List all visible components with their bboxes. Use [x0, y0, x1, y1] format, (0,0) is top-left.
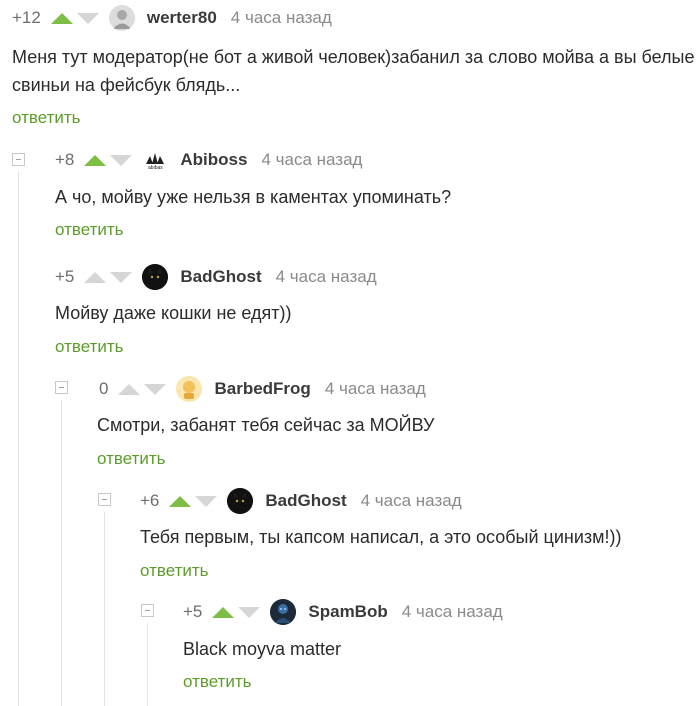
avatar-caption: abibas	[148, 164, 163, 171]
upvote-arrow-icon[interactable]	[84, 271, 107, 283]
reply-link[interactable]: ответить	[183, 672, 252, 692]
comment-header: +5 SpamBob 4 часа назад	[183, 599, 503, 625]
collapse-thread-button[interactable]	[141, 604, 154, 617]
thread-line	[104, 512, 105, 706]
reply-link[interactable]: ответить	[97, 449, 166, 469]
comment-header: +5 BadGhost 4 часа назад	[55, 264, 377, 290]
rating-value: +12	[12, 8, 41, 27]
reply-link[interactable]: ответить	[55, 337, 124, 357]
yellow-drawing-avatar-icon[interactable]	[176, 376, 203, 402]
username-link[interactable]: SpamBob	[308, 602, 387, 622]
username-link[interactable]: Abiboss	[180, 150, 247, 170]
upvote-arrow-icon[interactable]	[84, 154, 107, 166]
avatar-icon[interactable]	[108, 5, 135, 31]
timestamp: 4 часа назад	[401, 602, 503, 621]
comment-header: +12 werter80 4 часа назад	[12, 5, 332, 31]
black-cat-avatar-icon[interactable]	[142, 264, 169, 290]
timestamp: 4 часа назад	[261, 150, 363, 169]
comment-header: +8 abibas Abiboss 4 часа назад	[55, 147, 362, 173]
username-link[interactable]: werter80	[147, 8, 217, 28]
rating-value: 0	[99, 379, 109, 398]
comment-header: +6 BadGhost 4 часа назад	[140, 488, 462, 514]
dark-figure-avatar-icon[interactable]	[270, 599, 297, 625]
timestamp: 4 часа назад	[324, 379, 426, 398]
downvote-arrow-icon[interactable]	[195, 495, 218, 507]
reply-link[interactable]: ответить	[140, 561, 209, 581]
reply-link[interactable]: ответить	[12, 108, 81, 128]
downvote-arrow-icon[interactable]	[76, 12, 99, 24]
downvote-arrow-icon[interactable]	[110, 271, 133, 283]
timestamp: 4 часа назад	[360, 491, 462, 510]
black-cat-avatar-icon[interactable]	[227, 488, 254, 514]
comment-text: Мойву даже кошки не едят))	[55, 303, 292, 323]
comment-text: А чо, мойву уже нельзя в каментах упомин…	[55, 187, 452, 207]
comment-text: Смотри, забанят тебя сейчас за МОЙВУ	[97, 415, 435, 435]
timestamp: 4 часа назад	[275, 267, 377, 286]
username-link[interactable]: BadGhost	[265, 491, 346, 511]
upvote-arrow-icon[interactable]	[50, 12, 73, 24]
thread-line	[61, 400, 62, 706]
username-link[interactable]: BadGhost	[180, 267, 261, 287]
collapse-thread-button[interactable]	[55, 381, 68, 394]
thread-line	[18, 172, 19, 706]
username-link[interactable]: BarbedFrog	[214, 379, 310, 399]
rating-value: +5	[183, 602, 203, 621]
rating-value: +8	[55, 150, 75, 169]
comment-text: Меня тут модератор(не бот а живой челове…	[12, 47, 695, 95]
comment-header: 0 BarbedFrog 4 часа назад	[97, 376, 426, 402]
collapse-thread-button[interactable]	[98, 493, 111, 506]
abibas-logo-icon[interactable]: abibas	[142, 147, 168, 173]
comment-text: Тебя первым, ты капсом написал, а это ос…	[140, 527, 622, 547]
downvote-arrow-icon[interactable]	[144, 383, 167, 395]
downvote-arrow-icon[interactable]	[238, 606, 261, 618]
timestamp: 4 часа назад	[230, 8, 332, 27]
upvote-arrow-icon[interactable]	[118, 383, 141, 395]
thread-line	[147, 623, 148, 706]
collapse-thread-button[interactable]	[12, 153, 25, 166]
comment-text: Black moyva matter	[183, 639, 342, 659]
rating-value: +5	[55, 267, 75, 286]
upvote-arrow-icon[interactable]	[212, 606, 235, 618]
upvote-arrow-icon[interactable]	[169, 495, 192, 507]
rating-value: +6	[140, 491, 160, 510]
reply-link[interactable]: ответить	[55, 220, 124, 240]
downvote-arrow-icon[interactable]	[110, 154, 133, 166]
